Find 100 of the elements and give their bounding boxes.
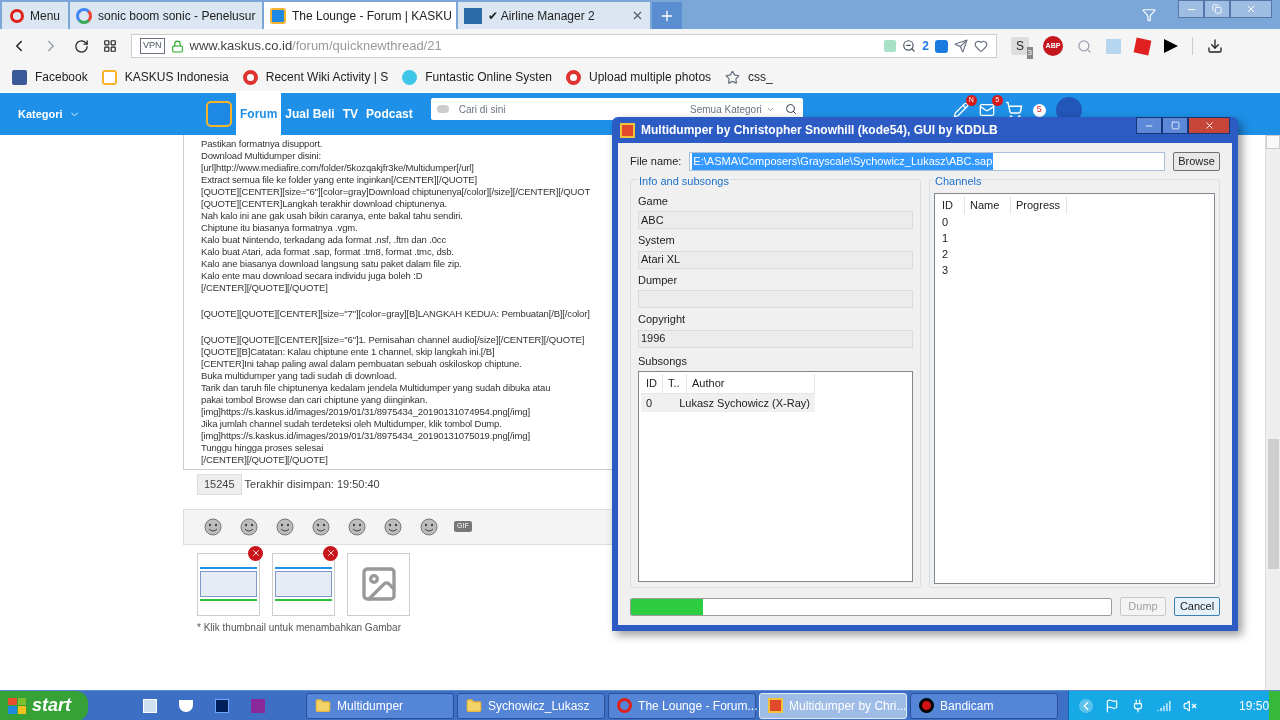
emoticon-icon[interactable] xyxy=(346,516,368,537)
restore-button[interactable] xyxy=(1204,0,1230,18)
x-icon xyxy=(325,548,336,558)
column-header[interactable]: T.. xyxy=(663,374,687,393)
emoticon-icon[interactable] xyxy=(382,516,404,537)
bookmark-link[interactable]: Facebook xyxy=(12,68,88,86)
folder-icon xyxy=(315,697,332,714)
browser-tab[interactable]: The Lounge - Forum | KASKU xyxy=(264,2,456,29)
fox-icon[interactable] xyxy=(178,699,193,712)
app-icon[interactable] xyxy=(214,698,229,713)
subsongs-label: Subsongs xyxy=(638,353,688,369)
vpn-badge[interactable]: VPN xyxy=(140,38,165,54)
close-icon[interactable] xyxy=(631,9,644,22)
emoticon-icon[interactable] xyxy=(418,516,440,537)
lifebuoy-icon xyxy=(242,69,258,85)
channel-row[interactable]: 1 xyxy=(937,230,1212,246)
maximize-icon xyxy=(1170,121,1180,130)
taskbar-button[interactable]: Multidumper xyxy=(306,692,455,719)
send-icon[interactable] xyxy=(954,39,968,53)
close-button[interactable] xyxy=(1230,0,1272,18)
user-badge: 5 xyxy=(1032,103,1046,117)
k-logo-icon xyxy=(270,7,286,24)
url-text: www.kaskus.co.id/forum/quicknewthread/21 xyxy=(189,37,443,56)
address-field[interactable]: VPN www.kaskus.co.id/forum/quicknewthread/21 2 xyxy=(131,34,997,58)
editor-line: Extract semua file ke folder yang ente inginkan[/CENTER][/QUOTE] xyxy=(201,174,479,186)
screenshot-thumbnail[interactable] xyxy=(197,552,260,616)
menu-button[interactable]: Menu xyxy=(2,2,68,29)
column-header[interactable]: Name xyxy=(965,195,1011,214)
field-label: Game xyxy=(638,193,669,209)
tab-title: The Lounge - Forum | KASKU xyxy=(292,7,452,25)
browser-tab[interactable]: ✔ Airline Manager 2 xyxy=(458,2,650,29)
emoticon-icon[interactable] xyxy=(202,516,224,537)
editor-line: Download Multidumper disini: xyxy=(201,150,322,162)
pencil-icon[interactable] xyxy=(952,102,969,118)
cloud-icon xyxy=(402,69,418,85)
download-icon[interactable] xyxy=(1207,38,1223,54)
editor-line: Buka multidumper yang tadi sudah di download. xyxy=(201,370,398,382)
character-count: 15245 xyxy=(197,474,242,495)
mute-icon[interactable] xyxy=(1183,698,1198,713)
maximize-button[interactable] xyxy=(1162,117,1188,134)
editor-line: [QUOTE][QUOTE][CENTER][size="6"]1. Pemisahan channel audio[/size][/CENTER][/QUOTE] xyxy=(201,334,586,346)
channel-row[interactable]: 2 xyxy=(937,246,1212,262)
editor-line: [img]https://s.kaskus.id/images/2019/01/31/8975434_20190131074954.png[/img] xyxy=(201,406,531,418)
restore-icon xyxy=(1212,4,1222,14)
expand-tray-icon[interactable] xyxy=(1079,698,1094,713)
tab-title: sonic boom sonic - Penelusur xyxy=(98,7,256,25)
tab-title: ✔ Airline Manager 2 xyxy=(488,7,596,25)
new-tab-button[interactable] xyxy=(652,2,682,29)
screenshot-thumbnail[interactable] xyxy=(272,552,335,616)
extension-count: 3 xyxy=(1026,47,1033,59)
flag-icon[interactable] xyxy=(1105,698,1120,713)
remove-icon[interactable] xyxy=(323,545,338,561)
star-icon xyxy=(725,69,741,85)
picture-icon[interactable] xyxy=(142,698,157,713)
editor-line: Kalo ente mau download secara individu juga boleh :D xyxy=(201,270,424,282)
editor-line: [QUOTE][QUOTE][CENTER][size="7"][color=gray][B]LANGKAH KEDUA: Pembuatan[/B][/color] xyxy=(201,308,591,320)
taskbar-button[interactable]: Sychowicz_Lukasz xyxy=(457,692,606,719)
cancel-button[interactable]: Cancel xyxy=(1174,597,1220,616)
speed-dial-icon[interactable] xyxy=(103,39,117,53)
channel-row[interactable]: 0 xyxy=(937,214,1212,230)
zoom-out-icon[interactable] xyxy=(902,39,917,53)
emoticon-icon[interactable] xyxy=(274,516,296,537)
category-select[interactable]: Semua Kategori xyxy=(690,101,775,117)
bookmark-link[interactable]: css_ xyxy=(725,68,773,86)
cart-icon[interactable] xyxy=(1004,101,1023,119)
channel-row[interactable]: 3 xyxy=(937,262,1212,278)
reload-icon[interactable] xyxy=(74,38,89,54)
search-field[interactable]: Cari di sini Semua Kategori xyxy=(430,98,803,120)
bookmark-link[interactable]: Recent Wiki Activity | S xyxy=(242,68,389,86)
add-image-tile[interactable] xyxy=(347,552,410,616)
column-header[interactable]: ID xyxy=(641,374,663,393)
column-header[interactable]: Author xyxy=(687,374,815,393)
editor-line: Kalo buat Nintendo, terkadang ada format .nsf, .ftm dan .0cc xyxy=(201,234,447,246)
x-icon xyxy=(250,548,261,558)
column-header[interactable]: Progress xyxy=(1011,195,1067,214)
bookmark-link[interactable]: Funtastic Online Systen xyxy=(402,68,552,86)
emoticon-icon[interactable] xyxy=(310,516,332,537)
search-placeholder: Cari di sini xyxy=(458,102,507,117)
emoticon-icon[interactable] xyxy=(238,516,260,537)
bookmark-link[interactable]: Upload multiple photos xyxy=(566,68,712,86)
editor-line: Chiptune itu biasanya formatnya .vgm. xyxy=(201,222,359,234)
bookmark-link[interactable]: KASKUS Indonesia xyxy=(101,68,229,86)
taskbar-button[interactable]: The Lounge - Forum... xyxy=(608,692,757,719)
heart-icon[interactable] xyxy=(974,39,988,53)
minimize-button[interactable] xyxy=(1136,117,1162,134)
k-logo-icon xyxy=(101,69,117,85)
editor-line: Jika jumlah channel sudah terdeteksi oleh Multidumper, klik tombol Dump. xyxy=(201,418,503,430)
editor-line: [/CENTER][/QUOTE][/QUOTE] xyxy=(201,454,329,466)
remove-icon[interactable] xyxy=(248,545,263,561)
browser-tab[interactable]: sonic boom sonic - Penelusur xyxy=(70,2,262,29)
editor-line: [/CENTER][/QUOTE][/QUOTE] xyxy=(201,282,329,294)
browse-button[interactable]: Browse xyxy=(1173,152,1220,171)
editor-line: [QUOTE][B]Catatan: Kalau chiptune ente 1 channel, skip langkah ini.[/B] xyxy=(201,346,496,358)
column-header[interactable]: ID xyxy=(937,195,965,214)
mail-icon[interactable] xyxy=(978,102,995,118)
lifebuoy-icon xyxy=(566,69,581,85)
search-icon[interactable] xyxy=(784,103,797,115)
chat-icon xyxy=(436,105,449,113)
taskbar-button[interactable]: Bandicam xyxy=(910,692,1059,719)
close-icon xyxy=(1245,3,1257,15)
